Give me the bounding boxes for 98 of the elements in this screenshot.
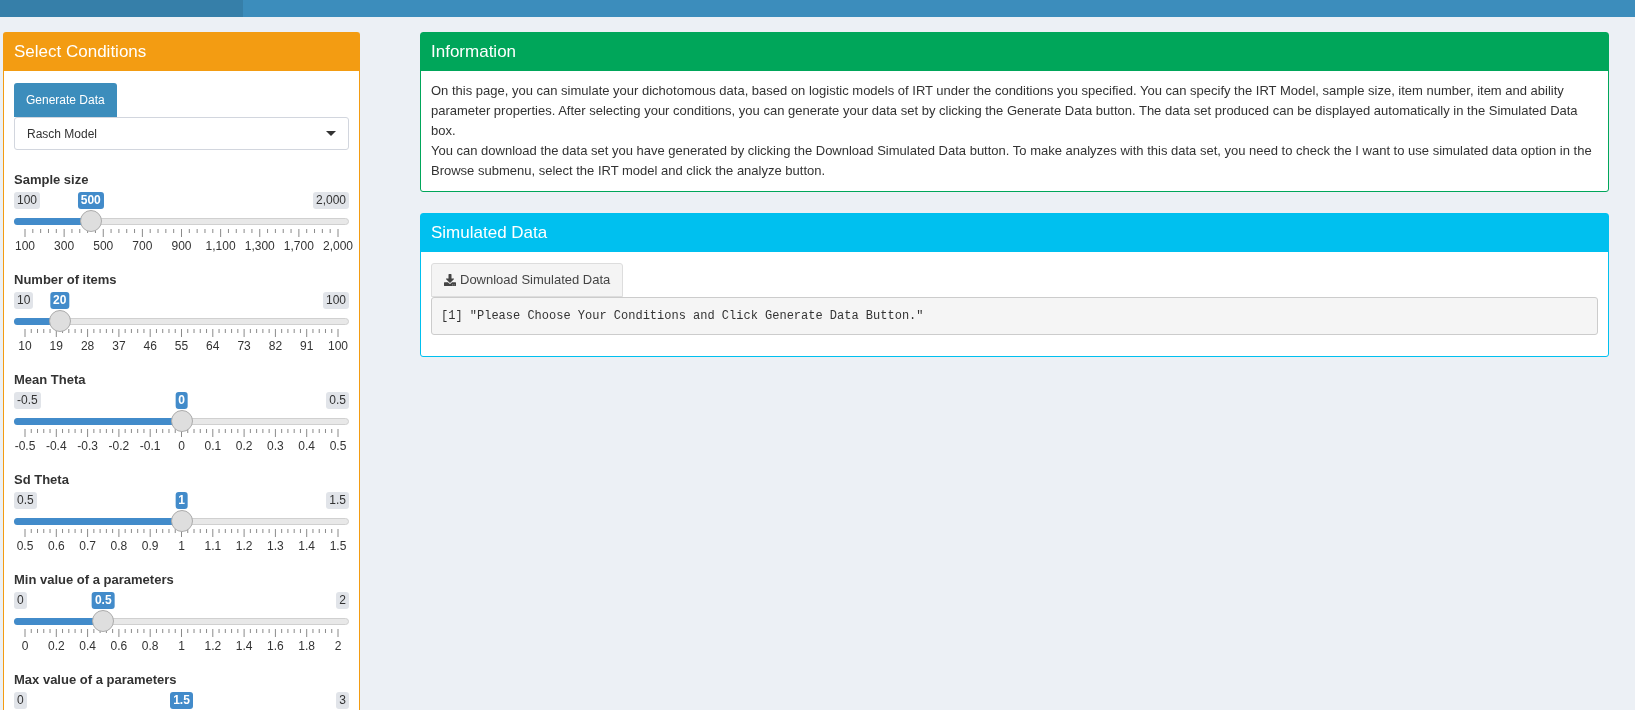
scale-label: 1.5 — [329, 539, 347, 554]
scale-label: -0.5 — [14, 439, 36, 454]
slider-track[interactable] — [14, 210, 349, 232]
scale-label: 0.8 — [110, 539, 128, 554]
scale-label: 1.6 — [267, 639, 284, 654]
scale-label: 1,700 — [283, 239, 314, 254]
box-title: Information — [431, 41, 517, 64]
box-title: Select Conditions — [14, 41, 147, 64]
scale-label: 1,300 — [244, 239, 275, 254]
scale-label: 100 — [328, 339, 348, 354]
slider-min-label: 0 — [14, 692, 27, 709]
scale-label: 91 — [300, 339, 314, 354]
slider-value: 0.5 — [91, 592, 115, 609]
scale-label: 37 — [112, 339, 126, 354]
scale-label: 2,000 — [323, 239, 353, 254]
scale-label: -0.2 — [108, 439, 130, 454]
slider-label: Number of items — [14, 271, 118, 289]
box-title: Simulated Data — [431, 222, 548, 245]
scale-label: 1 — [178, 639, 185, 654]
scale-label: 0 — [21, 639, 29, 654]
slider-value: 0 — [175, 392, 188, 409]
slider-value: 500 — [77, 192, 104, 209]
scale-label: -0.4 — [45, 439, 67, 454]
scale-label: 0.1 — [204, 439, 222, 454]
slider-min-label: 100 — [14, 192, 41, 209]
scale-label: 0.3 — [267, 439, 284, 454]
scale-label: -0.1 — [139, 439, 161, 454]
scale-label: 0.9 — [141, 539, 159, 554]
scale-label: 100 — [15, 239, 35, 254]
scale-label: 0.4 — [298, 439, 316, 454]
scale-label: 1.1 — [204, 539, 222, 554]
generate-data-button[interactable]: Generate Data — [14, 83, 117, 117]
scale-label: 73 — [237, 339, 251, 354]
scale-label: 0.7 — [79, 539, 96, 554]
scale-label: 900 — [171, 239, 192, 254]
download-icon — [444, 274, 456, 286]
slider-max-label: 100 — [322, 292, 349, 309]
slider-track[interactable] — [14, 310, 349, 332]
scale-label: 1.2 — [235, 539, 253, 554]
slider-label: Mean Theta — [14, 371, 87, 389]
slider-value: 20 — [50, 292, 70, 309]
scale-label: 64 — [206, 339, 220, 354]
scale-label: 1.8 — [298, 639, 316, 654]
scale-label: 1.4 — [298, 539, 316, 554]
slider-track[interactable] — [14, 610, 349, 632]
scale-label: 82 — [268, 339, 283, 354]
scale-label: 0.5 — [329, 439, 347, 454]
scale-label: 1 — [178, 539, 185, 554]
scale-label: 0.5 — [16, 539, 34, 554]
slider-min-label: -0.5 — [14, 392, 41, 409]
slider-min-label: 0.5 — [14, 492, 37, 509]
scale-label: 0.6 — [47, 539, 65, 554]
slider-thumb[interactable] — [79, 210, 102, 232]
slider-min-label: 0 — [14, 592, 27, 609]
scale-label: 0.4 — [79, 639, 96, 654]
scale-label: 0.6 — [110, 639, 128, 654]
slider-max-label: 0.5 — [326, 392, 349, 409]
scale-label: 0 — [178, 439, 185, 454]
slider-max-label: 1.5 — [326, 492, 349, 509]
model-select[interactable]: Rasch Model — [14, 117, 349, 150]
scale-label: 1.2 — [204, 639, 222, 654]
console-output: [1] "Please Choose Your Conditions and Click Generate Data Button." — [431, 297, 1598, 335]
scale-label: 300 — [54, 239, 75, 254]
scale-label: 10 — [18, 339, 32, 354]
scale-label: 28 — [80, 339, 95, 354]
scale-label: 55 — [174, 339, 189, 354]
info-paragraph: On this page, you can simulate your dichotomous data, based on logistic models of IRT under the conditions you specified. You can specify the IRT Model, sample size, item number, item and ability parameter properties. After selecting your conditions, you can generate your data set by clicking the Generate Data button. The data set produced can be displayed automatically in the Simulated Data box. — [431, 82, 1579, 140]
slider-label: Sample size — [14, 171, 90, 189]
slider-value: 1.5 — [170, 692, 193, 709]
slider-label: Sd Theta — [14, 471, 70, 489]
slider-min-label: 10 — [14, 292, 34, 309]
scale-label: 1.3 — [267, 539, 284, 554]
scale-label: 46 — [143, 339, 157, 354]
slider-track[interactable] — [14, 410, 349, 432]
slider-value: 1 — [175, 492, 188, 509]
info-paragraph: You can download the data set you have generated by clicking the Download Simulated Data button. To make analyzes with this data set, you need to check the I want to use simulated data option in the Browse submenu, select the IRT model and click the analyze button. — [431, 142, 1593, 180]
scale-label: 1,100 — [205, 239, 236, 254]
slider-thumb[interactable] — [170, 510, 193, 532]
scale-label: 0.2 — [47, 639, 65, 654]
scale-label: 19 — [49, 339, 63, 354]
scale-label: 0.2 — [235, 439, 253, 454]
scale-label: 500 — [93, 239, 114, 254]
slider-max-label: 2,000 — [312, 192, 349, 209]
scale-label: 700 — [132, 239, 153, 254]
slider-label: Max value of a parameters — [14, 671, 178, 689]
scale-label: 0.8 — [141, 639, 159, 654]
slider-track[interactable] — [14, 510, 349, 532]
download-button[interactable]: Download Simulated Data — [431, 263, 624, 297]
scale-label: 1.4 — [235, 639, 253, 654]
caret-down-icon — [326, 131, 336, 136]
slider-max-label: 2 — [336, 592, 349, 609]
slider-thumb[interactable] — [92, 610, 115, 632]
scale-label: 2 — [334, 639, 342, 654]
slider-label: Min value of a parameters — [14, 571, 175, 589]
scale-label: -0.3 — [77, 439, 98, 454]
slider-thumb[interactable] — [170, 410, 193, 432]
slider-max-label: 3 — [336, 692, 349, 709]
slider-thumb[interactable] — [48, 310, 71, 332]
